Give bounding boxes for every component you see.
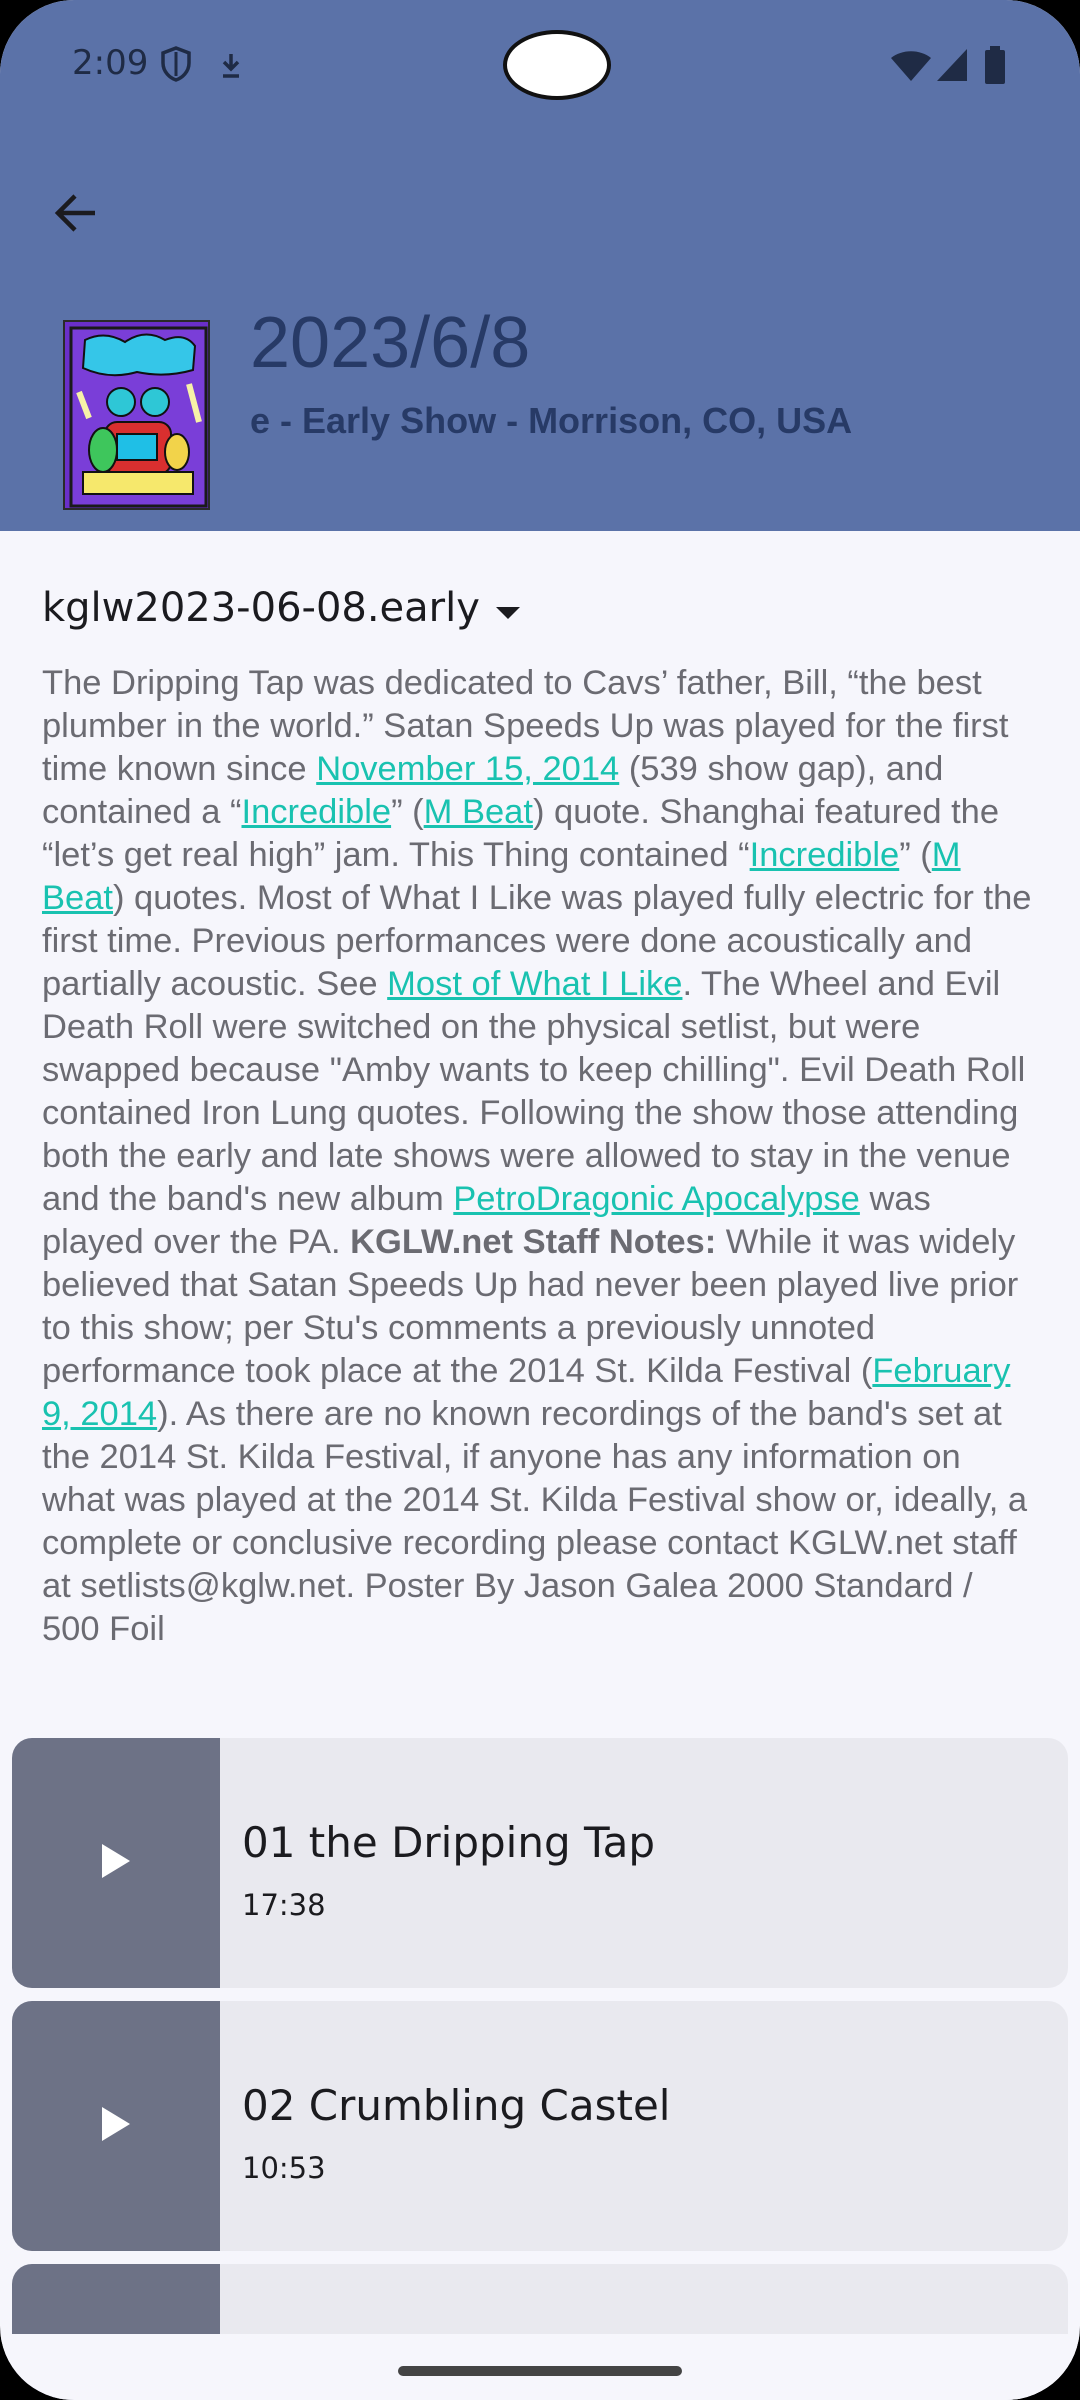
notes-link-song[interactable]: Incredible: [750, 836, 900, 874]
show-poster-image[interactable]: [63, 320, 210, 510]
notes-link-song[interactable]: Incredible: [241, 793, 391, 831]
signal-icon: [936, 48, 968, 87]
show-header: 2:09 2023/6/8 e - Early Show - Morrison,…: [0, 0, 1080, 531]
notes-link-song[interactable]: M Beat: [424, 793, 533, 831]
download-icon: [218, 52, 244, 85]
play-button[interactable]: [12, 2001, 220, 2251]
screen: 2:09 2023/6/8 e - Early Show - Morrison,…: [0, 0, 1080, 2400]
play-button[interactable]: [12, 1738, 220, 1988]
play-icon: [100, 2105, 132, 2148]
track-duration: 10:53: [242, 2151, 326, 2185]
notes-text: ” (: [391, 793, 424, 831]
notes-staff-label: KGLW.net Staff Notes:: [350, 1223, 717, 1261]
arrow-left-icon: [53, 193, 97, 238]
notes-link-album[interactable]: PetroDragonic Apocalypse: [453, 1180, 860, 1218]
show-date: 2023/6/8: [250, 303, 531, 383]
track-title: 01 the Dripping Tap: [242, 1818, 656, 1867]
notes-link-song[interactable]: Most of What I Like: [387, 965, 682, 1003]
caret-down-icon: [494, 585, 522, 631]
shield-icon: [160, 46, 192, 87]
status-time: 2:09: [72, 43, 149, 83]
track-row[interactable]: 02 Crumbling Castel 10:53: [12, 2001, 1068, 2251]
notes-link-date[interactable]: November 15, 2014: [316, 750, 619, 788]
wifi-icon: [890, 50, 932, 87]
home-gesture-bar[interactable]: [398, 2366, 682, 2376]
battery-icon: [984, 46, 1006, 89]
camera-cutout: [503, 30, 611, 100]
track-duration: 17:38: [242, 1888, 326, 1922]
notes-text: ” (: [899, 836, 932, 874]
recording-dropdown[interactable]: kglw2023-06-08.early: [42, 578, 522, 638]
track-title: 02 Crumbling Castel: [242, 2081, 671, 2130]
show-venue-marquee: e - Early Show - Morrison, CO, USA: [250, 400, 853, 441]
recording-selected-value: kglw2023-06-08.early: [42, 585, 480, 631]
back-button[interactable]: [40, 180, 110, 250]
show-notes: The Dripping Tap was dedicated to Cavs’ …: [42, 662, 1038, 1651]
track-row[interactable]: 01 the Dripping Tap 17:38: [12, 1738, 1068, 1988]
notes-text: ). As there are no known recordings of t…: [42, 1395, 1028, 1648]
play-icon: [100, 1842, 132, 1885]
